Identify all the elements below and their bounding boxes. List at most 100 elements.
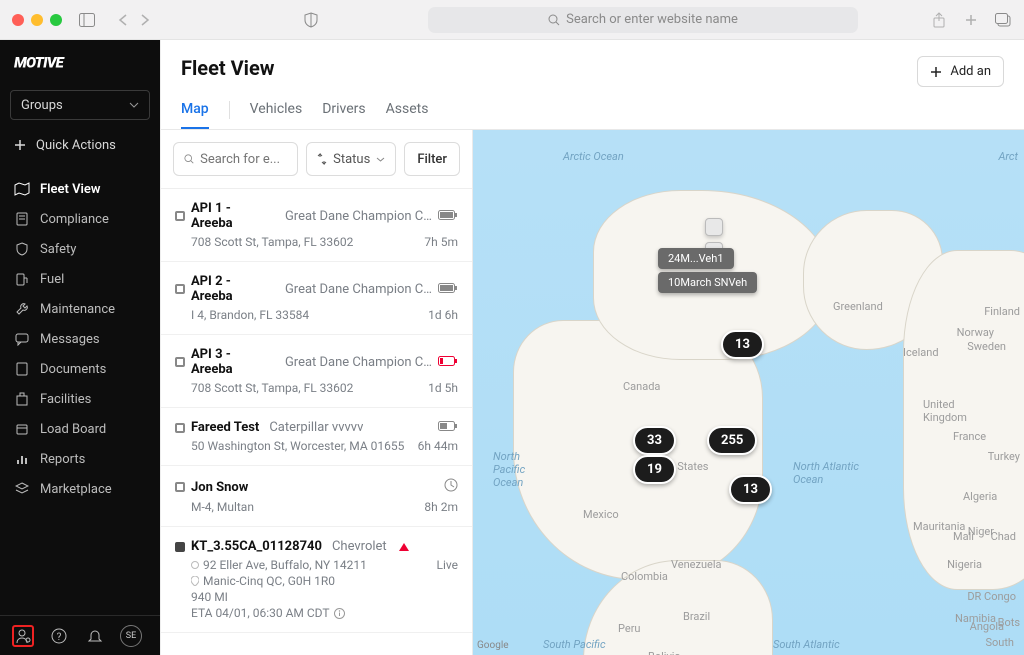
tab-assets[interactable]: Assets [386, 101, 429, 129]
sidebar-item-load-board[interactable]: Load Board [0, 414, 160, 444]
sidebar-item-facilities[interactable]: Facilities [0, 384, 160, 414]
map-label: France [953, 430, 986, 443]
svg-text:?: ? [57, 632, 62, 643]
map-label: United Kingdom [923, 398, 973, 424]
sidebar-item-messages[interactable]: Messages [0, 324, 160, 354]
list-item[interactable]: Fareed TestCaterpillar vvvvv 50 Washingt… [161, 408, 472, 466]
main: Fleet View Add an Map Vehicles Drivers A… [160, 40, 1024, 655]
sidebar-item-marketplace[interactable]: Marketplace [0, 474, 160, 504]
chevron-down-icon [376, 157, 385, 162]
status-dropdown[interactable]: Status [306, 142, 396, 176]
list-item[interactable]: API 2 - AreebaGreat Dane Champion C... I… [161, 262, 472, 335]
map-icon [14, 181, 30, 197]
map-cluster[interactable]: 13 [721, 330, 764, 359]
chevron-down-icon [129, 102, 139, 108]
map-label: Finland [984, 305, 1020, 318]
browser-chrome: Search or enter website name [0, 0, 1024, 40]
new-tab-icon[interactable] [962, 11, 980, 29]
map-label: Iceland [903, 346, 939, 359]
notifications-button[interactable] [84, 625, 106, 647]
map-label: Greenland [833, 300, 883, 313]
map-pin-label[interactable]: 10March SNVeh [658, 272, 757, 293]
search-input[interactable] [200, 152, 287, 167]
logo: MOTIVE [0, 40, 160, 86]
map-label: Colombia [621, 570, 668, 583]
map-label: South Atlantic [773, 638, 840, 651]
groups-dropdown[interactable]: Groups [10, 90, 150, 120]
sidebar-toggle-icon[interactable] [78, 11, 96, 29]
filter-button[interactable]: Filter [404, 142, 460, 176]
add-button[interactable]: Add an [917, 56, 1004, 87]
map-label: Namibia [955, 612, 996, 625]
sidebar-item-reports[interactable]: Reports [0, 444, 160, 474]
sidebar-item-fuel[interactable]: Fuel [0, 264, 160, 294]
map-cluster[interactable]: 33 [633, 426, 676, 455]
clock-icon [444, 478, 458, 496]
chat-icon [14, 331, 30, 347]
tab-map[interactable]: Map [181, 101, 209, 129]
status-dot [175, 284, 185, 294]
address-bar[interactable]: Search or enter website name [428, 7, 858, 33]
alert-icon [399, 543, 409, 551]
wrench-icon [14, 301, 30, 317]
sidebar-item-safety[interactable]: Safety [0, 234, 160, 264]
help-button[interactable]: ? [48, 625, 70, 647]
privacy-icon[interactable] [302, 11, 320, 29]
list-item[interactable]: KT_3.55CA_01128740Chevrolet 92 Eller Ave… [161, 527, 472, 633]
map-pin[interactable] [705, 218, 723, 236]
map-label: Peru [618, 622, 641, 635]
window-controls[interactable] [12, 14, 62, 26]
sidebar: MOTIVE Groups Quick Actions Fleet View C… [0, 40, 160, 655]
sort-icon [317, 153, 327, 165]
map-label: North Atlantic Ocean [793, 460, 863, 486]
map-label: South Pacific [543, 638, 606, 651]
map-label: Bots [998, 616, 1020, 629]
map-attribution: Google [477, 640, 509, 651]
list-item[interactable]: API 3 - AreebaGreat Dane Champion C... 7… [161, 335, 472, 408]
map-label: Arctic Ocean [563, 150, 624, 163]
tabs-overview-icon[interactable] [994, 11, 1012, 29]
chart-icon [14, 451, 30, 467]
stack-icon [14, 481, 30, 497]
shield-icon [14, 241, 30, 257]
map-label: Norway [957, 326, 994, 339]
minimize-window[interactable] [31, 14, 43, 26]
user-avatar[interactable]: SE [120, 625, 142, 647]
map-cluster[interactable]: 19 [633, 455, 676, 484]
list-item[interactable]: Jon Snow M-4, Multan8h 2m [161, 466, 472, 527]
sidebar-item-documents[interactable]: Documents [0, 354, 160, 384]
forward-icon[interactable] [136, 11, 154, 29]
map-label: Chad [991, 530, 1016, 543]
quick-actions-button[interactable]: Quick Actions [10, 130, 150, 160]
map-label: Venezuela [671, 558, 722, 571]
search-icon [184, 153, 194, 165]
map-cluster[interactable]: 13 [729, 475, 772, 504]
quick-actions-label: Quick Actions [36, 138, 116, 153]
tab-vehicles[interactable]: Vehicles [250, 101, 303, 129]
plus-icon [930, 66, 942, 78]
user-settings-button[interactable] [12, 625, 34, 647]
map-label: Bolivia [648, 650, 680, 655]
sidebar-item-compliance[interactable]: Compliance [0, 204, 160, 234]
status-dot [175, 357, 185, 367]
maximize-window[interactable] [50, 14, 62, 26]
map-canvas[interactable]: Arctic Ocean Arct North Pacific Ocean No… [473, 130, 1024, 655]
back-icon[interactable] [114, 11, 132, 29]
address-placeholder: Search or enter website name [566, 12, 738, 27]
entity-list[interactable]: API 1 - AreebaGreat Dane Champion C... 7… [161, 189, 472, 655]
close-window[interactable] [12, 14, 24, 26]
doc-icon [14, 211, 30, 227]
map-label: Mexico [583, 508, 619, 521]
status-dot [175, 482, 185, 492]
tab-drivers[interactable]: Drivers [322, 101, 365, 129]
sidebar-item-maintenance[interactable]: Maintenance [0, 294, 160, 324]
sidebar-item-fleet-view[interactable]: Fleet View [0, 174, 160, 204]
list-item[interactable]: API 1 - AreebaGreat Dane Champion C... 7… [161, 189, 472, 262]
info-icon[interactable] [334, 608, 345, 619]
map-cluster[interactable]: 255 [707, 426, 757, 455]
map-pin-label[interactable]: 24M...Veh1 [658, 248, 734, 269]
share-icon[interactable] [930, 11, 948, 29]
sidebar-bottom: ? SE [0, 615, 160, 655]
list-search[interactable] [173, 142, 298, 176]
map-label: South [985, 636, 1014, 649]
